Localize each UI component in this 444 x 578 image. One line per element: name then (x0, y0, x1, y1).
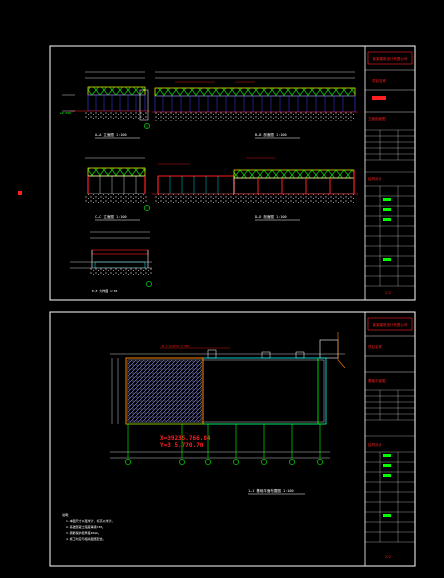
outside-marker (18, 191, 22, 195)
sheet-number-2: 2/2 (385, 555, 391, 559)
cad-canvas[interactable]: 某某建筑设计有限公司 项目名称 立面剖面图 结构设计 1/2 1 ±0.000 … (0, 0, 444, 578)
project-name-2: 项目名称 (368, 344, 382, 349)
foundation-plan: B-1 LLKC=0-1/350 X=39235.766.84 Y=3 5.77… (110, 332, 346, 495)
hatched-area (128, 360, 202, 422)
grid-axes (125, 424, 323, 465)
view-title-middle-right: D—D 剖面图 1:100 (255, 214, 287, 219)
notes: 说明： 1.本图尺寸以毫米计，标高以米计。 2.基础混凝土强度等级C30。 3.… (62, 512, 115, 541)
title-block-1: 某某建筑设计有限公司 项目名称 立面剖面图 结构设计 1/2 (364, 46, 415, 300)
elevation-upper-left: 1 ±0.000 A—A 立面图 1:100 (60, 71, 150, 139)
coordinate-x: X=39235.766.84 (160, 435, 211, 442)
company-name-2: 某某建筑设计有限公司 (373, 322, 408, 327)
plan-note: B-1 LLKC=0-1/350 (162, 344, 189, 348)
sheet-number-1: 1/2 (385, 291, 391, 295)
elevation-upper-right: B—B 剖面图 1:100 (152, 71, 358, 139)
grid-label: 1 (146, 125, 148, 129)
sheet-1: 某某建筑设计有限公司 项目名称 立面剖面图 结构设计 1/2 1 ±0.000 … (18, 45, 416, 301)
note-0: 说明： (62, 512, 71, 517)
project-name-1: 项目名称 (372, 78, 386, 83)
note-4: 4.施工时应与相关图纸配合。 (66, 536, 106, 541)
note-2: 2.基础混凝土强度等级C30。 (66, 524, 105, 529)
elevation-label: ±0.000 (60, 111, 71, 115)
note-3: 3.钢筋保护层厚度40mm。 (66, 530, 101, 535)
elevation-middle-left: C—C 立面图 1:100 (85, 157, 150, 221)
title-block-note-2: 结构设计 (368, 442, 382, 447)
project-tag-1 (372, 96, 386, 100)
sheet-2: 某某建筑设计有限公司 项目名称 基础平面图 结构设计 2/2 B-1 LLKC=… (49, 311, 416, 567)
view-title-upper-left: A—A 立面图 1:100 (95, 132, 127, 137)
detail-section: E—E 大样图 1:50 (70, 231, 152, 293)
view-title-detail: E—E 大样图 1:50 (92, 288, 117, 293)
drawing-name-1: 立面剖面图 (368, 116, 386, 121)
plan-title: 1—1 基础平面布置图 1:100 (248, 488, 294, 493)
note-1: 1.本图尺寸以毫米计，标高以米计。 (66, 518, 115, 523)
view-title-upper-right: B—B 剖面图 1:100 (255, 132, 287, 137)
company-name-1: 某某建筑设计有限公司 (373, 56, 408, 61)
view-title-middle-left: C—C 立面图 1:100 (95, 214, 127, 219)
title-block-note-1: 结构设计 (368, 176, 382, 181)
elevation-middle-right: D—D 剖面图 1:100 (152, 157, 358, 221)
drawing-name-2: 基础平面图 (368, 378, 386, 383)
title-block-2: 某某建筑设计有限公司 项目名称 基础平面图 结构设计 2/2 (364, 312, 415, 566)
